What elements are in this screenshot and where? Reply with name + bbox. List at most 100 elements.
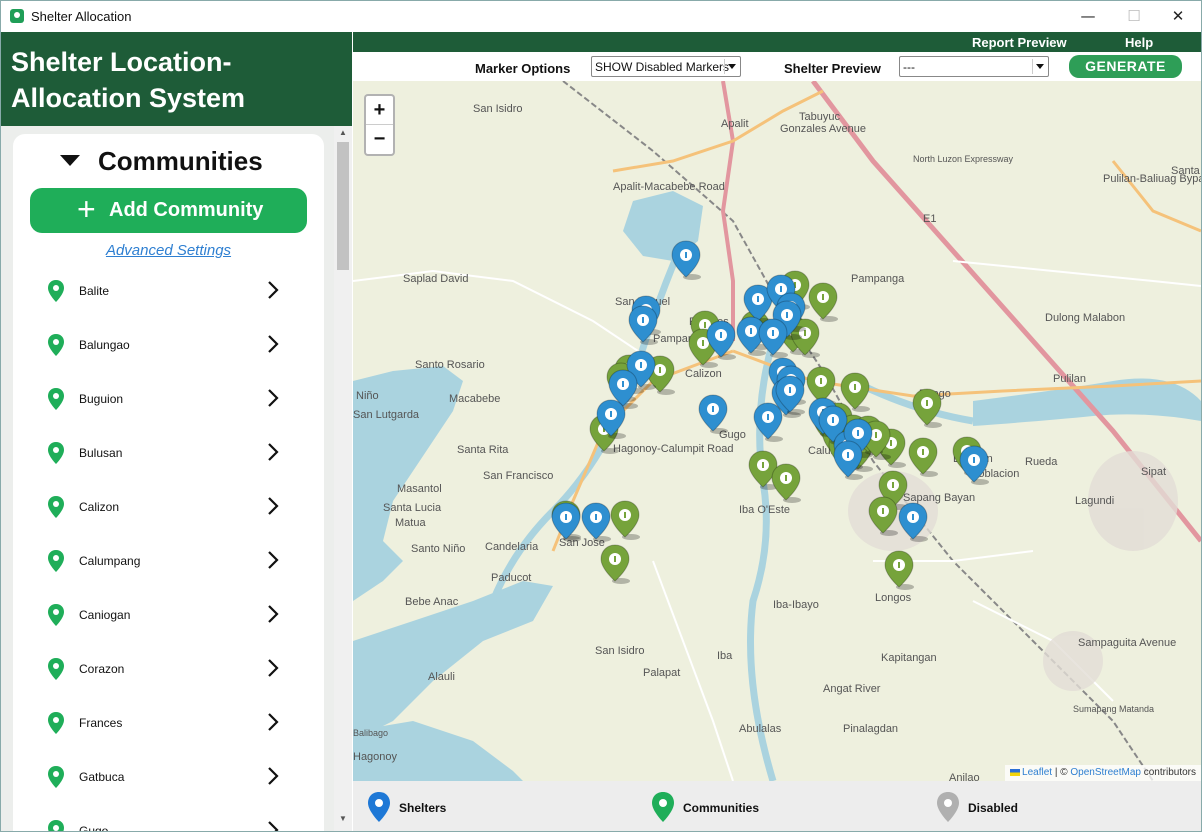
advanced-settings-link[interactable]: Advanced Settings: [13, 242, 324, 259]
location-pin-icon: [48, 496, 64, 518]
map-place-label: Santo Rosario: [415, 359, 485, 371]
communities-card: Communities + Add Community Advanced Set…: [13, 134, 324, 832]
map-place-label: Bebe Anac: [405, 596, 459, 608]
chevron-right-icon[interactable]: [266, 442, 280, 462]
add-community-button[interactable]: + Add Community: [30, 188, 307, 233]
community-item[interactable]: Balite: [13, 267, 324, 321]
community-marker[interactable]: [908, 437, 938, 477]
menu-bar: Report Preview Help: [353, 32, 1201, 52]
community-item[interactable]: Bulusan: [13, 429, 324, 483]
community-item[interactable]: Frances: [13, 699, 324, 753]
location-pin-icon: [48, 334, 64, 356]
community-marker[interactable]: [600, 544, 630, 584]
shelter-marker[interactable]: [833, 440, 863, 480]
map-place-label: North Luzon Expressway: [913, 154, 1014, 164]
community-item[interactable]: Corazon: [13, 645, 324, 699]
map-markers[interactable]: [551, 240, 989, 590]
plus-icon: +: [77, 191, 96, 227]
chevron-right-icon[interactable]: [266, 496, 280, 516]
ukraine-flag-icon: [1010, 768, 1021, 776]
attribution-separator: | ©: [1054, 767, 1068, 778]
chevron-right-icon[interactable]: [266, 712, 280, 732]
map-place-label: E1: [923, 213, 936, 225]
legend-label: Shelters: [399, 801, 447, 815]
close-button[interactable]: ✕: [1155, 1, 1201, 32]
map-place-label: Pampanga: [851, 273, 905, 285]
chevron-right-icon[interactable]: [266, 766, 280, 786]
map-place-label: Sampaguita Avenue: [1078, 637, 1176, 649]
chevron-right-icon[interactable]: [266, 820, 280, 832]
chevron-right-icon[interactable]: [266, 658, 280, 678]
community-item[interactable]: Balungao: [13, 321, 324, 375]
map-place-label: San Lutgarda: [353, 409, 420, 421]
generate-button[interactable]: GENERATE: [1069, 55, 1182, 78]
map-place-label: San Isidro: [595, 645, 645, 657]
local-road: [353, 269, 654, 362]
window-title: Shelter Allocation: [31, 9, 132, 24]
map-place-label: Santa Rita: [457, 444, 509, 456]
help-menu[interactable]: Help: [1125, 35, 1153, 50]
map-place-label: Niño: [356, 390, 379, 402]
scrollbar-thumb[interactable]: [337, 142, 349, 270]
community-label: Gatbuca: [79, 770, 125, 784]
community-item[interactable]: Calizon: [13, 483, 324, 537]
community-marker[interactable]: [610, 500, 640, 540]
community-label: Balungao: [79, 338, 130, 352]
chevron-right-icon[interactable]: [266, 280, 280, 300]
collapse-triangle-icon[interactable]: [60, 155, 80, 166]
scroll-down-icon[interactable]: ▼: [334, 814, 352, 828]
leaflet-link[interactable]: Leaflet: [1022, 767, 1052, 778]
location-pin-icon: [48, 658, 64, 680]
community-label: Buguion: [79, 392, 124, 406]
map-view[interactable]: San Isidro Apalit Tabuyuc Gonzales Avenue Ap…: [353, 81, 1201, 781]
chevron-right-icon[interactable]: [266, 388, 280, 408]
community-list: Balite Balungao Buguion Bulusan Calizon Calum…: [13, 267, 324, 832]
community-item[interactable]: Calumpang: [13, 537, 324, 591]
location-pin-icon: [48, 712, 64, 734]
report-preview-menu[interactable]: Report Preview: [972, 35, 1067, 50]
shelter-preview-value: ---: [903, 60, 915, 74]
openstreetmap-link[interactable]: OpenStreetMap: [1070, 767, 1141, 778]
community-item[interactable]: Gatbuca: [13, 753, 324, 807]
community-marker[interactable]: [884, 550, 914, 590]
system-title: Shelter Location-Allocation System: [11, 47, 246, 113]
map-place-label: Kapitangan: [881, 652, 937, 664]
chevron-right-icon[interactable]: [266, 334, 280, 354]
community-item[interactable]: Caniogan: [13, 591, 324, 645]
community-item[interactable]: Buguion: [13, 375, 324, 429]
map-place-label: Balibago: [353, 728, 388, 738]
chevron-down-icon: [1032, 59, 1046, 74]
shelter-marker[interactable]: [671, 240, 701, 280]
community-label: Corazon: [79, 662, 125, 676]
chevron-right-icon[interactable]: [266, 604, 280, 624]
zoom-out-button[interactable]: −: [366, 125, 393, 154]
community-marker[interactable]: [771, 463, 801, 503]
scroll-up-icon[interactable]: ▲: [334, 128, 352, 142]
toolbar: Marker Options SHOW Disabled Markers She…: [353, 52, 1201, 81]
app-window: Shelter Allocation — ☐ ✕ Shelter Locatio…: [0, 0, 1202, 832]
community-label: Gugo: [79, 824, 109, 832]
community-marker[interactable]: [912, 388, 942, 428]
community-item[interactable]: Gugo: [13, 807, 324, 832]
map-place-label: Gonzales Avenue: [780, 123, 866, 135]
map-place-label: Candelaria: [485, 541, 539, 553]
chevron-right-icon[interactable]: [266, 550, 280, 570]
marker-options-value: SHOW Disabled Markers: [595, 60, 730, 74]
maximize-button[interactable]: ☐: [1111, 1, 1157, 32]
community-pin-icon: [652, 792, 674, 822]
map-place-label: Sapang Bayan: [903, 492, 975, 504]
legend-label: Disabled: [968, 801, 1019, 815]
shelter-preview-select[interactable]: ---: [899, 56, 1049, 77]
community-marker[interactable]: [808, 282, 838, 322]
minimize-button[interactable]: —: [1065, 1, 1111, 32]
map-canvas[interactable]: San Isidro Apalit TabuyucGonzales Avenue Ap…: [353, 81, 1201, 781]
zoom-in-button[interactable]: +: [366, 96, 393, 125]
marker-options-select[interactable]: SHOW Disabled Markers: [591, 56, 741, 77]
map-place-label: Matua: [395, 517, 426, 529]
community-label: Bulusan: [79, 446, 123, 460]
location-pin-icon: [48, 388, 64, 410]
marker-options-label: Marker Options: [475, 61, 571, 76]
sidebar: Shelter Location-Allocation System Commu…: [1, 32, 352, 832]
sidebar-scrollbar[interactable]: ▲ ▼: [334, 126, 352, 831]
map-place-label: Santa Lucia: [383, 502, 442, 514]
